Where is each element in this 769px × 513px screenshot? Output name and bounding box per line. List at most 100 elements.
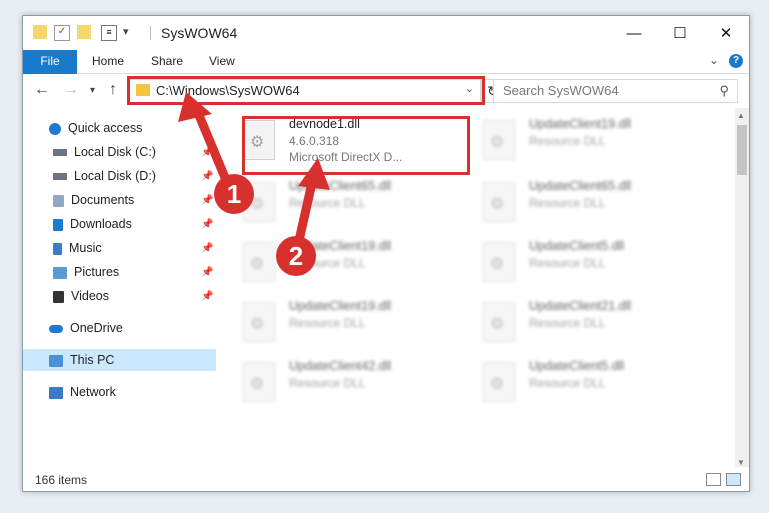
- cloud-icon: [49, 324, 63, 333]
- file-name: UpdateClient65.dll: [289, 179, 392, 193]
- tab-home[interactable]: Home: [92, 50, 124, 73]
- maximize-button[interactable]: ☐: [657, 16, 703, 50]
- properties-icon[interactable]: ✓: [54, 25, 70, 41]
- pin-icon[interactable]: 📌: [201, 243, 213, 254]
- sidebar-item-music[interactable]: Music: [53, 237, 102, 259]
- new-folder-icon[interactable]: [77, 25, 91, 39]
- item-count: 166 items: [35, 473, 88, 487]
- file-item[interactable]: UpdateClient21.dll Resource DLL: [473, 296, 693, 352]
- file-name: UpdateClient5.dll: [529, 239, 625, 253]
- file-type: Resource DLL: [529, 196, 606, 210]
- pin-icon[interactable]: 📌: [201, 291, 213, 302]
- sidebar-item-this-pc[interactable]: This PC: [23, 349, 216, 371]
- status-bar: 166 items: [23, 467, 749, 491]
- sidebar-item-label: Music: [69, 241, 102, 255]
- title-bar: ✓ ≡ ▾ SysWOW64 — ☐ ✕: [23, 16, 749, 50]
- sidebar-item-pictures[interactable]: Pictures: [53, 261, 119, 283]
- sidebar-item-label: OneDrive: [70, 321, 123, 335]
- sidebar-item-label: Pictures: [74, 265, 120, 279]
- file-item[interactable]: UpdateClient5.dll Resource DLL: [473, 236, 693, 292]
- sidebar-item-label: Local Disk (D:): [74, 169, 156, 183]
- scroll-down-icon[interactable]: ▼: [737, 458, 745, 467]
- chevron-down-icon[interactable]: ▾: [123, 25, 137, 39]
- annotation-badge-2: 2: [276, 236, 316, 276]
- details-view-icon[interactable]: [706, 473, 721, 486]
- sidebar-item-downloads[interactable]: Downloads: [53, 213, 132, 235]
- file-name: UpdateClient5.dll: [529, 359, 625, 373]
- dll-file-icon: [243, 362, 275, 402]
- large-icons-view-icon[interactable]: [726, 473, 741, 486]
- file-type: Resource DLL: [289, 316, 366, 330]
- sidebar-item-label: Downloads: [70, 217, 132, 231]
- file-item[interactable]: UpdateClient19.dllResource DLL: [233, 236, 453, 292]
- dll-file-icon: [483, 182, 515, 222]
- sidebar-item-label: Quick access: [68, 121, 143, 135]
- file-highlight-box: [242, 116, 470, 175]
- drive-icon: [53, 149, 67, 157]
- file-type: Resource DLL: [529, 134, 606, 148]
- file-type: Resource DLL: [289, 376, 366, 390]
- file-name: UpdateClient21.dll: [529, 299, 632, 313]
- customize-toolbar-icon[interactable]: ≡: [101, 25, 117, 41]
- forward-arrow-icon[interactable]: →: [63, 81, 79, 99]
- folder-icon: [33, 25, 47, 39]
- sidebar-item-onedrive[interactable]: OneDrive: [49, 317, 123, 339]
- scroll-up-icon[interactable]: ▲: [737, 111, 745, 120]
- dll-file-icon: [243, 242, 275, 282]
- sidebar-item-label: Videos: [71, 289, 109, 303]
- tab-share[interactable]: Share: [151, 50, 183, 73]
- ribbon: File Home Share View ⌄ ?: [23, 50, 749, 106]
- close-button[interactable]: ✕: [703, 16, 749, 50]
- pin-icon[interactable]: 📌: [201, 195, 213, 206]
- vertical-scrollbar[interactable]: ▲ ▼: [735, 108, 749, 470]
- file-type: Resource DLL: [529, 376, 606, 390]
- sidebar-item-local-disk-c[interactable]: Local Disk (C:): [53, 141, 156, 163]
- search-box[interactable]: Search SysWOW64 ⚲: [493, 79, 738, 103]
- sidebar-item-local-disk-d[interactable]: Local Disk (D:): [53, 165, 156, 187]
- dll-file-icon: [483, 362, 515, 402]
- file-item[interactable]: UpdateClient65.dll Resource DLL: [233, 176, 453, 232]
- search-icon[interactable]: ⚲: [719, 83, 729, 99]
- expand-ribbon-icon[interactable]: ⌄: [709, 53, 719, 67]
- sidebar-item-quick-access[interactable]: Quick access: [49, 117, 142, 139]
- file-type: Resource DLL: [529, 256, 606, 270]
- sidebar-item-videos[interactable]: Videos: [53, 285, 109, 307]
- sidebar-item-network[interactable]: Network: [49, 381, 116, 403]
- recent-locations-icon[interactable]: ▾: [90, 85, 95, 96]
- sidebar-item-documents[interactable]: Documents: [53, 189, 134, 211]
- file-type: Resource DLL: [529, 316, 606, 330]
- pin-icon[interactable]: 📌: [201, 267, 213, 278]
- up-arrow-icon[interactable]: ↑: [109, 81, 117, 99]
- file-name: UpdateClient65.dll: [529, 179, 632, 193]
- file-item[interactable]: UpdateClient5.dll Resource DLL: [473, 356, 693, 412]
- sidebar-item-label: Local Disk (C:): [74, 145, 156, 159]
- sidebar-item-label: Documents: [71, 193, 135, 207]
- dll-file-icon: [483, 302, 515, 342]
- file-item[interactable]: UpdateClient65.dll Resource DLL: [473, 176, 693, 232]
- pin-icon[interactable]: 📌: [201, 147, 213, 158]
- drive-icon: [53, 173, 67, 181]
- help-icon[interactable]: ?: [729, 54, 743, 68]
- file-type: Resource DLL: [289, 196, 366, 210]
- minimize-button[interactable]: —: [611, 16, 657, 50]
- tab-view[interactable]: View: [209, 50, 235, 73]
- sidebar-item-label: This PC: [70, 353, 115, 367]
- address-highlight-box: [127, 76, 485, 105]
- explorer-window: ✓ ≡ ▾ SysWOW64 — ☐ ✕ File Home Share Vie…: [22, 15, 750, 492]
- file-item[interactable]: UpdateClient19.dll Resource DLL: [473, 114, 693, 170]
- navigation-pane: Quick access Local Disk (C:) 📌 Local Dis…: [23, 116, 216, 466]
- pin-icon[interactable]: 📌: [201, 219, 213, 230]
- music-icon: [53, 242, 62, 255]
- documents-icon: [53, 194, 64, 207]
- window-title: SysWOW64: [161, 25, 238, 41]
- back-arrow-icon[interactable]: ←: [34, 81, 50, 99]
- file-item[interactable]: UpdateClient42.dll Resource DLL: [233, 356, 453, 412]
- dll-file-icon: [483, 242, 515, 282]
- scrollbar-thumb[interactable]: [737, 125, 747, 175]
- search-placeholder: Search SysWOW64: [503, 83, 619, 98]
- file-item[interactable]: UpdateClient19.dllResource DLL: [233, 296, 453, 352]
- pin-icon[interactable]: 📌: [201, 171, 213, 182]
- file-name: UpdateClient19.dll: [529, 117, 632, 131]
- download-icon: [53, 218, 63, 231]
- star-icon: [49, 122, 61, 135]
